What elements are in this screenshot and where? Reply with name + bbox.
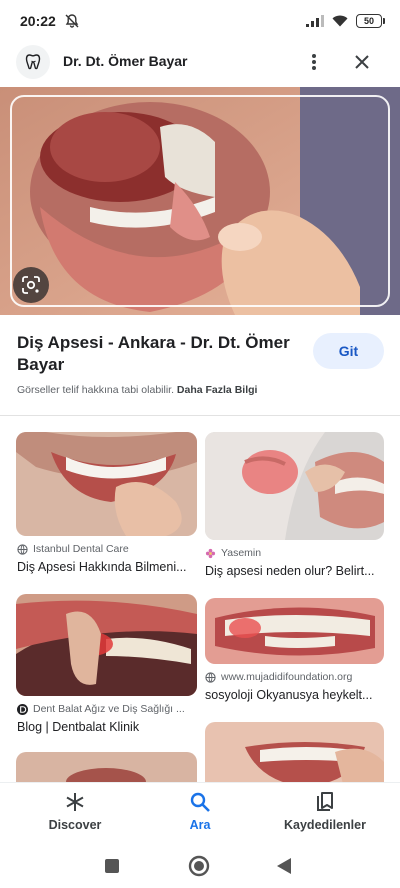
lens-selection-frame[interactable] (10, 95, 390, 307)
collections-icon (317, 792, 333, 811)
result-title[interactable]: Diş Apsesi - Ankara - Dr. Dt. Ömer Bayar (17, 332, 292, 376)
battery-level: 50 (363, 16, 374, 26)
bottom-navigation: Discover Ara Kaydedilenler (0, 782, 400, 844)
related-source-3: Dent Balat Ağız ve Diş Sağlığı ... (17, 703, 197, 715)
divider (0, 415, 400, 416)
battery-icon: 50 (356, 14, 385, 28)
home-button[interactable] (187, 854, 211, 878)
back-button[interactable] (272, 854, 296, 878)
globe-icon (17, 543, 28, 555)
related-image-2[interactable] (205, 432, 384, 540)
more-vert-icon (312, 54, 316, 70)
bell-off-icon (65, 14, 79, 28)
status-time: 20:22 (20, 13, 56, 29)
signal-icon (306, 15, 324, 27)
system-navigation-bar (0, 844, 400, 888)
related-image-3[interactable] (16, 594, 197, 696)
circle-icon (188, 855, 210, 877)
hero-image[interactable] (0, 87, 400, 315)
more-options-button[interactable] (300, 48, 328, 76)
related-image-1[interactable] (16, 432, 197, 536)
status-bar: 20:22 50 (0, 0, 400, 42)
close-button[interactable] (348, 48, 376, 76)
related-title-3[interactable]: Blog | Dentbalat Klinik (17, 720, 197, 734)
related-title-4[interactable]: sosyoloji Okyanusya heykelt... (205, 688, 384, 702)
nav-discover[interactable]: Discover (20, 791, 130, 832)
search-icon (190, 792, 210, 812)
related-image-4[interactable] (205, 598, 384, 664)
related-source-name: Dent Balat Ağız ve Diş Sağlığı ... (33, 703, 185, 715)
wifi-icon (332, 15, 348, 27)
copyright-text: Görseller telif hakkına tabi olabilir. (17, 384, 174, 396)
square-icon (105, 859, 119, 873)
related-source-name: www.mujadidifoundation.org (221, 671, 353, 683)
asterisk-icon (66, 793, 84, 811)
more-info-link[interactable]: Daha Fazla Bilgi (177, 384, 258, 396)
nav-search-label: Ara (189, 818, 211, 832)
related-source-4: www.mujadidifoundation.org (205, 671, 384, 683)
site-logo-icon[interactable] (16, 45, 50, 79)
triangle-back-icon (277, 858, 291, 874)
nav-search[interactable]: Ara (145, 791, 255, 832)
lens-icon (22, 276, 40, 294)
related-source-1: Istanbul Dental Care (17, 543, 197, 555)
related-source-name: Istanbul Dental Care (33, 543, 129, 555)
nav-saved[interactable]: Kaydedilenler (270, 791, 380, 832)
flower-icon (205, 548, 216, 558)
nav-discover-label: Discover (48, 818, 102, 832)
copyright-notice: Görseller telif hakkına tabi olabilir. D… (17, 384, 257, 396)
related-title-1[interactable]: Diş Apsesi Hakkında Bilmeni... (17, 560, 197, 574)
go-button[interactable]: Git (313, 333, 384, 369)
result-header: Dr. Dt. Ömer Bayar (0, 42, 400, 82)
globe-icon (205, 671, 216, 683)
nav-saved-label: Kaydedilenler (284, 818, 366, 832)
recents-button[interactable] (100, 854, 124, 878)
related-source-name: Yasemin (221, 547, 262, 559)
close-icon (355, 55, 369, 69)
related-source-2: Yasemin (205, 547, 384, 559)
lens-search-button[interactable] (13, 267, 49, 303)
dentbalat-logo-icon (17, 703, 28, 715)
related-title-2[interactable]: Diş apsesi neden olur? Belirt... (205, 564, 384, 578)
site-name[interactable]: Dr. Dt. Ömer Bayar (63, 53, 188, 69)
